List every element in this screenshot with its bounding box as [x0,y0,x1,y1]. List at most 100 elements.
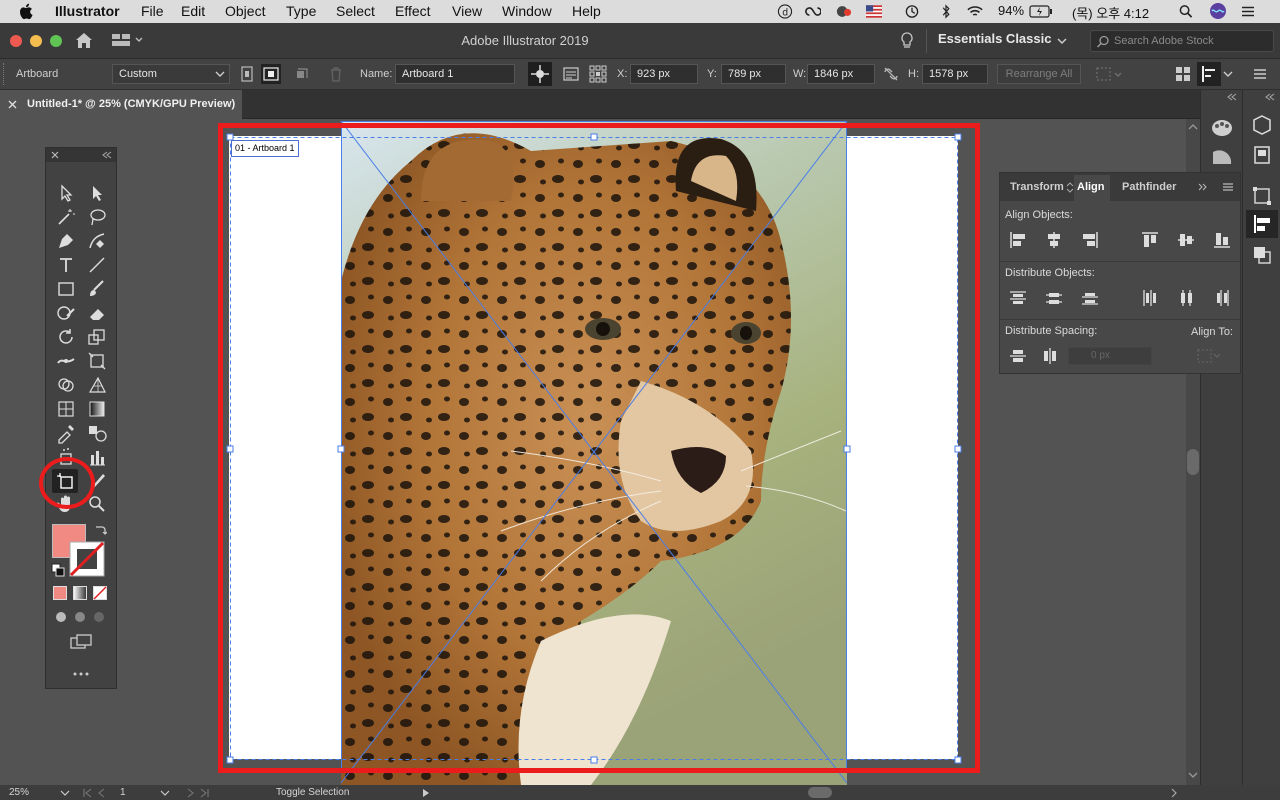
battery-charging-icon[interactable] [1029,4,1053,19]
shaper-tool-icon[interactable] [55,302,77,324]
vertical-distribute-top-icon[interactable] [1007,287,1029,309]
reference-point-icon[interactable] [588,64,608,84]
menu-type[interactable]: Type [286,3,316,19]
menu-effect[interactable]: Effect [395,3,431,19]
vertical-distribute-bottom-icon[interactable] [1079,287,1101,309]
zoom-level[interactable]: 25% [9,787,29,798]
artboard-preset-select[interactable]: Custom [112,64,230,84]
width-tool-icon[interactable] [55,350,77,372]
move-copy-artwork-icon[interactable] [528,62,552,86]
free-transform-tool-icon[interactable] [86,350,108,372]
y-position-input[interactable]: 789 px [721,64,786,84]
gradient-icon[interactable] [1209,142,1235,168]
document-tab[interactable]: Untitled-1* @ 25% (CMYK/GPU Preview) [0,90,242,119]
vertical-distribute-center-icon[interactable] [1043,287,1065,309]
chevron-up-icon[interactable] [1188,123,1198,131]
gradient-tool-icon[interactable] [86,398,108,420]
delete-artboard-icon[interactable] [326,64,346,84]
column-graph-tool-icon[interactable] [86,446,108,468]
menu-view[interactable]: View [452,3,482,19]
scale-tool-icon[interactable] [86,326,108,348]
mesh-tool-icon[interactable] [55,398,77,420]
align-panel-toggle-icon[interactable] [1197,62,1221,86]
close-icon[interactable] [8,100,17,109]
color-guide-icon[interactable] [1209,114,1235,140]
change-screen-mode-icon[interactable] [69,633,93,651]
vertical-align-bottom-icon[interactable] [1211,229,1233,251]
new-artboard-icon[interactable] [292,64,312,84]
type-tool-icon[interactable] [55,254,77,276]
eraser-tool-icon[interactable] [86,302,108,324]
creative-cloud-icon[interactable] [805,4,821,19]
horizontal-align-center-icon[interactable] [1043,229,1065,251]
expand-panel-icon[interactable] [1198,183,1208,191]
chevron-down-icon[interactable] [1188,771,1198,779]
shape-builder-tool-icon[interactable] [55,374,77,396]
layers-icon[interactable] [1249,142,1275,168]
none-mode-icon[interactable] [93,586,107,600]
menu-select[interactable]: Select [336,3,375,19]
collapse-icon[interactable] [1227,93,1237,101]
chevron-down-icon[interactable] [1056,36,1068,46]
siri-icon[interactable] [1209,2,1227,20]
us-flag-icon[interactable] [866,4,882,19]
blend-tool-icon[interactable] [86,422,108,444]
landscape-orientation-icon[interactable] [261,64,281,84]
artboard-next-last-icon[interactable] [178,788,210,798]
grip-handle[interactable] [3,63,6,85]
transform-icon[interactable] [1249,183,1275,209]
chevron-down-icon[interactable] [60,789,70,797]
color-mode-button[interactable] [53,586,67,600]
d-circle-icon[interactable]: d [777,4,793,19]
menu-help[interactable]: Help [572,3,601,19]
align-to-selection-icon[interactable] [1196,347,1222,365]
tab-align[interactable]: Align [1074,175,1110,201]
toggle-selection-status[interactable]: Toggle Selection [276,787,349,798]
chevron-down-icon[interactable] [1222,64,1234,84]
time-machine-icon[interactable] [904,4,920,19]
magic-wand-tool-icon[interactable] [55,206,77,228]
stroke-swatch[interactable] [69,541,105,577]
close-window-button[interactable] [10,35,22,47]
align-icon[interactable] [1246,210,1278,238]
gradient-mode-icon[interactable] [73,586,87,600]
drawing-modes-icon[interactable] [53,609,109,625]
artboard-first-prev-icon[interactable] [82,788,114,798]
search-adobe-stock-input[interactable]: Search Adobe Stock [1090,30,1274,52]
rectangle-tool-icon[interactable] [55,278,77,300]
panel-menu-icon[interactable] [1250,64,1270,84]
menubar-clock[interactable]: (목) 오후 4:12 [1072,3,1149,22]
apple-icon[interactable] [19,3,34,20]
home-icon[interactable] [74,31,94,49]
rotate-tool-icon[interactable] [55,326,77,348]
collapse-icon[interactable] [102,151,112,159]
line-segment-tool-icon[interactable] [86,254,108,276]
tab-pathfinder[interactable]: Pathfinder [1122,181,1176,193]
collapse-icon[interactable] [1265,93,1275,101]
menu-object[interactable]: Object [225,3,265,19]
spotlight-search-icon[interactable] [1178,4,1194,19]
tab-transform[interactable]: Transform [1010,181,1064,193]
menu-file[interactable]: File [141,3,164,19]
lightbulb-icon[interactable] [899,31,915,51]
zoom-window-button[interactable] [50,35,62,47]
x-position-input[interactable]: 923 px [630,64,698,84]
bluetooth-icon[interactable] [938,4,954,19]
pen-tool-icon[interactable] [55,230,77,252]
artboard-grid-icon[interactable] [1094,64,1124,84]
workspace-switcher[interactable]: Essentials Classic [938,31,1051,46]
workspace-grid-icon[interactable] [1173,64,1193,84]
horizontal-distribute-center-icon[interactable] [1175,287,1197,309]
play-icon[interactable] [422,788,430,798]
horizontal-distribute-space-icon[interactable] [1039,345,1061,367]
paintbrush-tool-icon[interactable] [86,278,108,300]
minimize-window-button[interactable] [30,35,42,47]
menu-window[interactable]: Window [502,3,552,19]
lasso-tool-icon[interactable] [86,206,108,228]
chevron-down-icon[interactable] [160,789,170,797]
perspective-grid-tool-icon[interactable] [86,374,108,396]
height-input[interactable]: 1578 px [922,64,988,84]
tab-options-icon[interactable] [1066,182,1074,193]
selection-tool-icon[interactable] [55,182,77,204]
horizontal-distribute-left-icon[interactable] [1139,287,1161,309]
